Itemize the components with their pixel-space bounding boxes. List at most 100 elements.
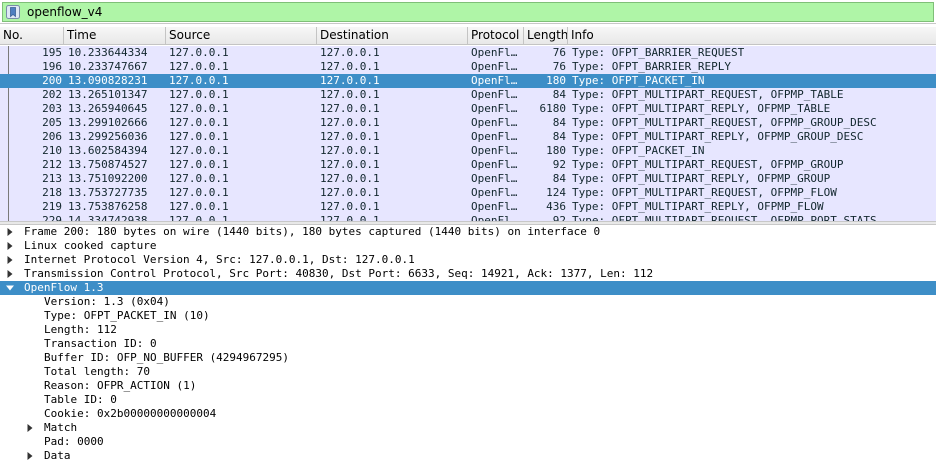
packet-source-cell: 127.0.0.1 — [169, 214, 229, 221]
bookmark-icon[interactable] — [6, 5, 20, 19]
detail-tree-item[interactable]: Version: 1.3 (0x04) — [0, 295, 936, 309]
packet-no-cell: 210 — [42, 144, 62, 157]
detail-item-text: Version: 1.3 (0x04) — [44, 295, 170, 308]
packet-info-cell: Type: OFPT_BARRIER_REPLY — [572, 60, 731, 73]
packet-row[interactable]: 219 13.753876258 127.0.0.1 127.0.0.1 OpenFl…… — [0, 200, 936, 214]
detail-item-text: Internet Protocol Version 4, Src: 127.0.… — [24, 253, 415, 266]
column-header-length[interactable]: Length — [524, 27, 568, 45]
packet-protocol-cell: OpenFl… — [471, 74, 518, 87]
packet-row[interactable]: 202 13.265101347 127.0.0.1 127.0.0.1 OpenFl…… — [0, 88, 936, 102]
packet-length-cell: 84 — [552, 88, 566, 101]
packet-details-tree[interactable]: Frame 200: 180 bytes on wire (1440 bits)… — [0, 225, 936, 470]
packet-destination-cell: 127.0.0.1 — [320, 88, 380, 101]
packet-source-cell: 127.0.0.1 — [169, 172, 229, 185]
detail-tree-item[interactable]: Linux cooked capture — [0, 239, 936, 253]
packet-row[interactable]: 206 13.299256036 127.0.0.1 127.0.0.1 OpenFl…… — [0, 130, 936, 144]
detail-tree-item[interactable]: Pad: 0000 — [0, 435, 936, 449]
display-filter-text[interactable]: openflow_v4 — [27, 5, 102, 19]
packet-time-cell: 13.753876258 — [68, 200, 148, 213]
detail-tree-item[interactable]: OpenFlow 1.3 — [0, 281, 936, 295]
packet-time-cell: 10.233747667 — [68, 60, 148, 73]
detail-tree-item[interactable]: Length: 112 — [0, 323, 936, 337]
detail-tree-item[interactable]: Transmission Control Protocol, Src Port:… — [0, 267, 936, 281]
column-header-source[interactable]: Source — [166, 27, 317, 45]
column-header-no[interactable]: No. — [0, 27, 64, 45]
expand-arrow-right-icon[interactable] — [6, 256, 14, 264]
expand-arrow-right-icon[interactable] — [6, 228, 14, 236]
expand-arrow-right-icon[interactable] — [6, 270, 14, 278]
packet-info-cell: Type: OFPT_MULTIPART_REPLY, OFPMP_GROUP — [572, 172, 831, 185]
expand-arrow-right-icon[interactable] — [6, 242, 14, 250]
display-filter-toolbar: openflow_v4 — [0, 0, 936, 24]
packet-time-cell: 14.334742938 — [68, 214, 148, 221]
packet-row[interactable]: 195 10.233644334 127.0.0.1 127.0.0.1 OpenFl…… — [0, 46, 936, 60]
detail-item-text: Pad: 0000 — [44, 435, 104, 448]
display-filter-input[interactable]: openflow_v4 — [2, 2, 934, 22]
packet-time-cell: 13.750874527 — [68, 158, 148, 171]
packet-protocol-cell: OpenFl… — [471, 60, 518, 73]
detail-tree-item[interactable]: Type: OFPT_PACKET_IN (10) — [0, 309, 936, 323]
column-header-info[interactable]: Info — [568, 27, 936, 45]
detail-item-text: Length: 112 — [44, 323, 117, 336]
packet-length-cell: 84 — [552, 172, 566, 185]
packet-row[interactable]: 200 13.090828231 127.0.0.1 127.0.0.1 OpenFl…… — [0, 74, 936, 88]
packet-protocol-cell: OpenFl… — [471, 130, 518, 143]
detail-item-text: Total length: 70 — [44, 365, 150, 378]
detail-tree-item[interactable]: Internet Protocol Version 4, Src: 127.0.… — [0, 253, 936, 267]
packet-no-cell: 213 — [42, 172, 62, 185]
detail-tree-item[interactable]: Cookie: 0x2b00000000000004 — [0, 407, 936, 421]
packet-length-cell: 92 — [552, 158, 566, 171]
packet-protocol-cell: OpenFl… — [471, 88, 518, 101]
packet-no-cell: 202 — [42, 88, 62, 101]
detail-tree-item[interactable]: Match — [0, 421, 936, 435]
packet-row[interactable]: 229 14.334742938 127.0.0.1 127.0.0.1 OpenFl…… — [0, 214, 936, 221]
expand-arrow-right-icon[interactable] — [26, 424, 34, 432]
packet-info-cell: Type: OFPT_MULTIPART_REQUEST, OFPMP_GROU… — [572, 158, 844, 171]
column-header-destination[interactable]: Destination — [317, 27, 468, 45]
packet-destination-cell: 127.0.0.1 — [320, 46, 380, 59]
packet-source-cell: 127.0.0.1 — [169, 116, 229, 129]
packet-source-cell: 127.0.0.1 — [169, 46, 229, 59]
column-header-protocol[interactable]: Protocol — [468, 27, 524, 45]
packet-no-cell: 200 — [42, 74, 62, 87]
detail-tree-item[interactable]: Table ID: 0 — [0, 393, 936, 407]
packet-row[interactable]: 203 13.265940645 127.0.0.1 127.0.0.1 OpenFl…… — [0, 102, 936, 116]
packet-row[interactable]: 196 10.233747667 127.0.0.1 127.0.0.1 OpenFl…… — [0, 60, 936, 74]
packet-destination-cell: 127.0.0.1 — [320, 158, 380, 171]
packet-destination-cell: 127.0.0.1 — [320, 74, 380, 87]
detail-tree-item[interactable]: Frame 200: 180 bytes on wire (1440 bits)… — [0, 225, 936, 239]
packet-destination-cell: 127.0.0.1 — [320, 172, 380, 185]
packet-no-cell: 203 — [42, 102, 62, 115]
packet-source-cell: 127.0.0.1 — [169, 130, 229, 143]
packet-source-cell: 127.0.0.1 — [169, 60, 229, 73]
packet-no-cell: 229 — [42, 214, 62, 221]
packet-source-cell: 127.0.0.1 — [169, 158, 229, 171]
expand-arrow-down-icon[interactable] — [6, 284, 14, 292]
column-header-time[interactable]: Time — [64, 27, 166, 45]
packet-destination-cell: 127.0.0.1 — [320, 186, 380, 199]
packet-info-cell: Type: OFPT_MULTIPART_REQUEST, OFPMP_GROU… — [572, 116, 877, 129]
packet-row[interactable]: 205 13.299102666 127.0.0.1 127.0.0.1 OpenFl…… — [0, 116, 936, 130]
packet-time-cell: 13.751092200 — [68, 172, 148, 185]
packet-info-cell: Type: OFPT_MULTIPART_REQUEST, OFPMP_PORT… — [572, 214, 877, 221]
detail-tree-item[interactable]: Buffer ID: OFP_NO_BUFFER (4294967295) — [0, 351, 936, 365]
packet-info-cell: Type: OFPT_BARRIER_REQUEST — [572, 46, 745, 59]
packet-destination-cell: 127.0.0.1 — [320, 102, 380, 115]
packet-info-cell: Type: OFPT_MULTIPART_REPLY, OFPMP_GROUP_… — [572, 130, 864, 143]
packet-destination-cell: 127.0.0.1 — [320, 144, 380, 157]
detail-item-text: Type: OFPT_PACKET_IN (10) — [44, 309, 210, 322]
packet-list[interactable]: No. Time Source Destination Protocol Len… — [0, 27, 936, 221]
detail-tree-item[interactable]: Total length: 70 — [0, 365, 936, 379]
detail-item-text: Buffer ID: OFP_NO_BUFFER (4294967295) — [44, 351, 290, 364]
detail-tree-item[interactable]: Transaction ID: 0 — [0, 337, 936, 351]
packet-length-cell: 180 — [546, 144, 566, 157]
detail-item-text: Table ID: 0 — [44, 393, 117, 406]
packet-time-cell: 10.233644334 — [68, 46, 148, 59]
expand-arrow-right-icon[interactable] — [26, 452, 34, 460]
packet-row[interactable]: 210 13.602584394 127.0.0.1 127.0.0.1 OpenFl…… — [0, 144, 936, 158]
packet-row[interactable]: 218 13.753727735 127.0.0.1 127.0.0.1 OpenFl…… — [0, 186, 936, 200]
packet-row[interactable]: 213 13.751092200 127.0.0.1 127.0.0.1 OpenFl…… — [0, 172, 936, 186]
detail-tree-item[interactable]: Data — [0, 449, 936, 463]
detail-tree-item[interactable]: Reason: OFPR_ACTION (1) — [0, 379, 936, 393]
packet-row[interactable]: 212 13.750874527 127.0.0.1 127.0.0.1 OpenFl…… — [0, 158, 936, 172]
